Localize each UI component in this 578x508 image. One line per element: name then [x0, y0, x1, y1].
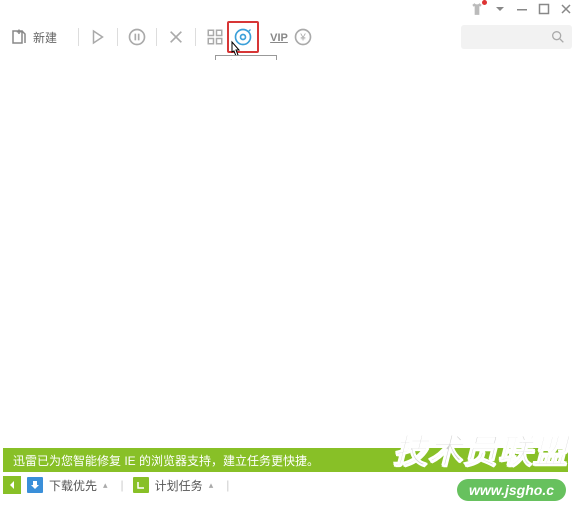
currency-button[interactable]: ¥ [291, 25, 315, 49]
nav-left-button[interactable] [3, 476, 21, 494]
svg-text:¥: ¥ [299, 32, 306, 43]
tshirt-icon[interactable] [470, 2, 484, 16]
caret-icon: ▴ [209, 480, 214, 491]
divider [156, 28, 157, 46]
download-priority-icon [27, 477, 43, 493]
vip-button[interactable]: VIP [267, 28, 291, 46]
separator: | [121, 478, 124, 492]
content-area [0, 60, 578, 443]
download-priority-label[interactable]: 下载优先 [49, 477, 97, 494]
minimize-icon[interactable] [516, 3, 528, 15]
new-task-button[interactable]: 新建 [6, 26, 61, 48]
apps-button[interactable] [203, 26, 227, 48]
divider [117, 28, 118, 46]
plan-task-label[interactable]: 计划任务 [155, 477, 203, 494]
dropdown-icon[interactable] [494, 3, 506, 15]
caret-icon: ▴ [103, 480, 108, 491]
new-task-label: 新建 [33, 29, 57, 46]
plan-task-icon [133, 477, 149, 493]
watermark-text: 技术员联盟 [393, 424, 568, 473]
maximize-icon[interactable] [538, 3, 550, 15]
pause-button[interactable] [125, 25, 149, 49]
divider [195, 28, 196, 46]
delete-button[interactable] [164, 27, 188, 47]
close-icon[interactable] [560, 3, 572, 15]
play-button[interactable] [86, 26, 110, 48]
separator: | [226, 478, 229, 492]
search-input[interactable] [461, 25, 572, 49]
watermark-url: www.jsgho.c [457, 479, 566, 501]
search-icon [550, 29, 566, 45]
divider [78, 28, 79, 46]
